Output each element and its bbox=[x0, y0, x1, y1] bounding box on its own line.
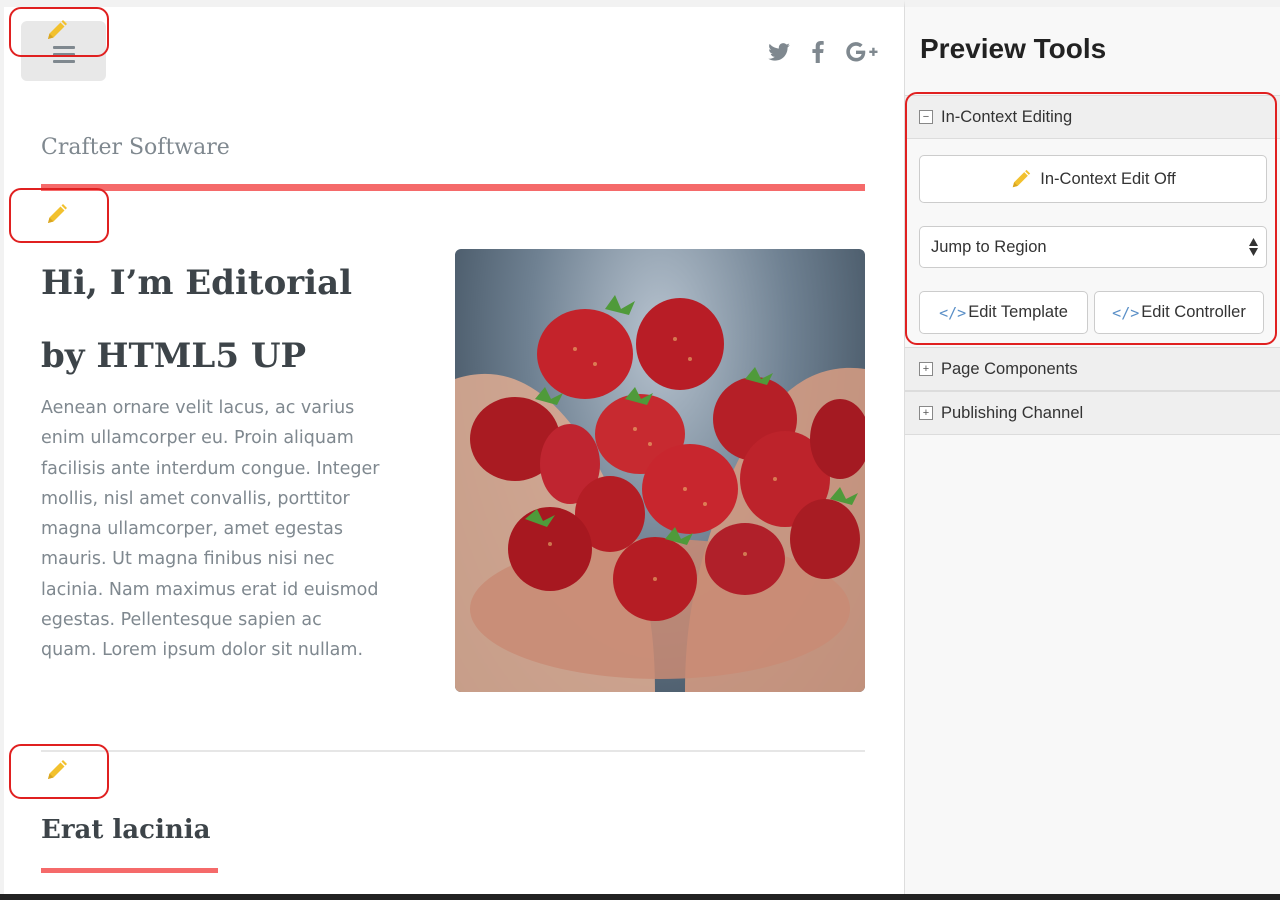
edit-template-button[interactable]: </> Edit Template bbox=[919, 291, 1088, 334]
pencil-icon bbox=[48, 204, 67, 223]
edit-template-label: Edit Template bbox=[968, 303, 1068, 321]
pencil-icon bbox=[1013, 169, 1031, 188]
ice-edit-hero[interactable] bbox=[9, 188, 109, 243]
hero-title-line2: by HTML5 UP bbox=[41, 336, 307, 376]
section-title-underline bbox=[41, 868, 218, 873]
bottom-window-edge bbox=[0, 894, 1280, 900]
site-logo[interactable]: Crafter Software bbox=[41, 135, 230, 160]
pencil-icon bbox=[48, 20, 67, 39]
select-arrows-icon bbox=[1249, 238, 1258, 256]
ice-edit-section[interactable] bbox=[9, 744, 109, 799]
collapse-icon: − bbox=[919, 110, 933, 124]
accordion-label: Publishing Channel bbox=[941, 403, 1084, 422]
preview-tools-panel: Preview Tools − In-Context Editing In-Co… bbox=[904, 0, 1280, 900]
panel-title: Preview Tools bbox=[920, 33, 1107, 64]
select-value: Jump to Region bbox=[931, 237, 1047, 256]
facebook-icon[interactable] bbox=[812, 41, 824, 63]
hero-title: Hi, I’m Editorial by HTML5 UP bbox=[41, 247, 421, 393]
pencil-icon bbox=[48, 760, 67, 779]
jump-to-region-select[interactable]: Jump to Region bbox=[919, 226, 1267, 268]
hero-image-strawberries bbox=[455, 249, 865, 692]
accordion-publishing-channel[interactable]: + Publishing Channel bbox=[905, 391, 1280, 435]
hero-title-line1: Hi, I’m Editorial bbox=[41, 263, 353, 303]
accordion-in-context-editing[interactable]: − In-Context Editing bbox=[905, 95, 1280, 139]
section-divider bbox=[41, 750, 865, 752]
section-title: Erat lacinia bbox=[41, 815, 211, 845]
in-context-edit-toggle-button[interactable]: In-Context Edit Off bbox=[919, 155, 1267, 203]
expand-icon: + bbox=[919, 362, 933, 376]
accordion-page-components[interactable]: + Page Components bbox=[905, 347, 1280, 391]
edit-controller-label: Edit Controller bbox=[1141, 303, 1246, 321]
site-preview: Crafter Software Hi, I’m Editorial by HT… bbox=[0, 0, 904, 900]
twitter-icon[interactable] bbox=[768, 41, 790, 63]
toggle-label: In-Context Edit Off bbox=[1040, 169, 1176, 188]
header-divider bbox=[41, 184, 865, 191]
accordion-label: In-Context Editing bbox=[941, 107, 1073, 126]
accordion-label: Page Components bbox=[941, 359, 1078, 378]
code-icon: </> bbox=[939, 303, 967, 322]
ice-edit-header[interactable] bbox=[9, 7, 109, 57]
expand-icon: + bbox=[919, 406, 933, 420]
edit-controller-button[interactable]: </> Edit Controller bbox=[1094, 291, 1264, 334]
google-plus-icon[interactable] bbox=[846, 41, 878, 63]
code-icon: </> bbox=[1112, 303, 1140, 322]
social-links bbox=[768, 41, 878, 63]
hero-text: Aenean ornare velit lacus, ac varius eni… bbox=[41, 398, 380, 661]
